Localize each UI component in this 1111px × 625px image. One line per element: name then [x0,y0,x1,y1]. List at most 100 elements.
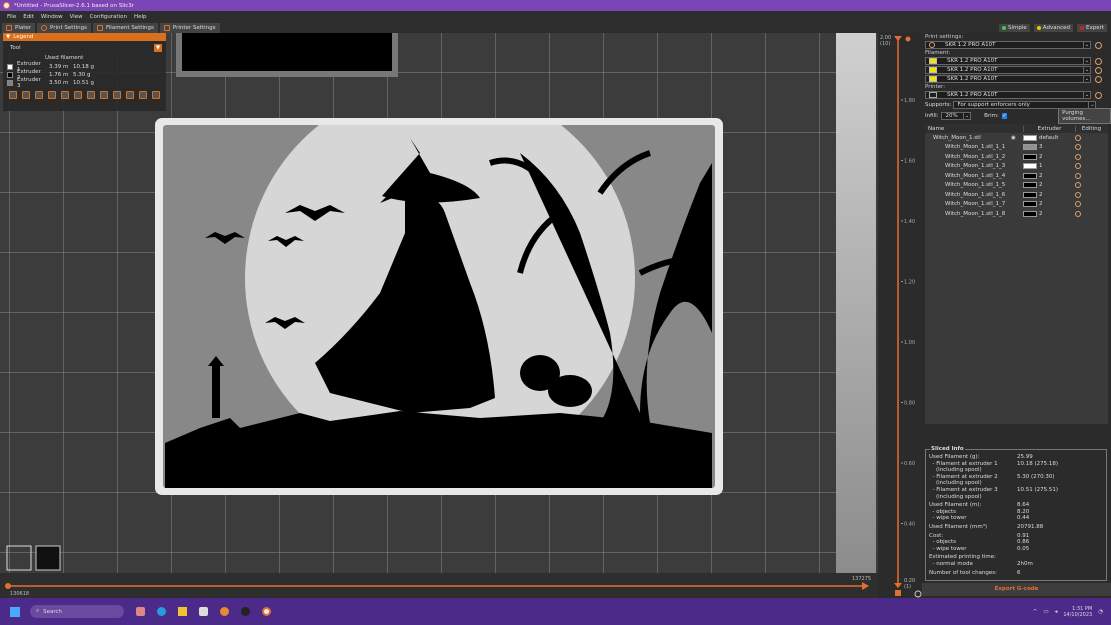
column-extruder[interactable]: Extruder [1023,125,1075,132]
brim-checkbox[interactable]: ✓ [1001,113,1008,119]
object-row[interactable]: Witch_Moon_1.stl_1_1 3 [925,143,1108,153]
mode-expert[interactable]: Expert [1076,23,1107,32]
extruder-value[interactable]: 3 [1039,144,1075,150]
center-of-gravity-icon[interactable] [126,91,134,99]
extruder-value[interactable]: 2 [1039,192,1075,198]
tab-print-settings[interactable]: Print Settings [37,22,91,33]
file-explorer-icon[interactable] [178,607,187,616]
filament-select[interactable]: SKR 1.2 PRO A10T ⌄ [925,57,1102,65]
object-row[interactable]: Witch_Moon_1.stl_1_3 1 [925,162,1108,172]
menu-help[interactable]: Help [134,14,147,20]
wipe-icon[interactable] [22,91,30,99]
extruder-color-swatch[interactable] [1023,134,1037,141]
extruder-value[interactable]: 1 [1039,163,1075,169]
edit-preset-icon[interactable] [1095,92,1102,99]
extruder-color-swatch[interactable] [1023,172,1037,179]
copilot-icon[interactable] [136,607,145,616]
seams-icon[interactable] [61,91,69,99]
settings-icon[interactable] [1075,144,1081,151]
edit-icon[interactable] [1075,134,1081,141]
object-row[interactable]: Witch_Moon_1.stl_1_5 2 [925,181,1108,191]
clock[interactable]: 1:31 PM 14/10/2023 [1063,606,1092,618]
notification-bell-icon[interactable]: ◔ [1098,609,1103,615]
extruder-color-swatch[interactable] [1023,163,1037,170]
object-row[interactable]: Witch_Moon_1.stl_1_4 2 [925,171,1108,181]
column-name[interactable]: Name [925,126,1013,132]
blender-icon[interactable] [220,607,229,616]
network-icon[interactable]: ▭ [1043,609,1048,615]
object-row[interactable]: Witch_Moon_1.stl_1_8 2 [925,209,1108,219]
tab-label: Printer Settings [172,24,216,31]
menu-window[interactable]: Window [41,14,63,20]
tool-marker-icon[interactable] [152,91,160,99]
extruder-color-swatch[interactable] [1023,191,1037,198]
edge-icon[interactable] [157,607,166,616]
settings-icon[interactable] [1075,210,1081,217]
extruder-color-swatch[interactable] [1023,210,1037,217]
purging-volumes-button[interactable]: Purging volumes... [1058,108,1111,124]
settings-icon[interactable] [1075,182,1081,189]
object-row[interactable]: Witch_Moon_1.stl_1_2 2 [925,152,1108,162]
edit-preset-icon[interactable] [1095,76,1102,83]
color-changes-icon[interactable] [87,91,95,99]
windows-start-icon[interactable] [10,606,20,617]
menu-file[interactable]: File [7,14,16,20]
export-gcode-button[interactable]: Export G-code [922,583,1111,596]
extruder-color-swatch[interactable] [1023,182,1037,189]
store-icon[interactable] [199,607,208,616]
object-row[interactable]: Witch_Moon_1.stl_1_6 2 [925,190,1108,200]
mode-advanced[interactable]: Advanced [1033,23,1073,32]
extruder-color-swatch[interactable] [1023,144,1037,151]
edit-preset-icon[interactable] [1095,67,1102,74]
extruder-value[interactable]: 2 [1039,201,1075,207]
settings-icon[interactable] [1075,163,1081,170]
legend-header[interactable]: ▼ Legend [3,33,166,41]
object-row[interactable]: Witch_Moon_1.stl ◉ default [925,133,1108,143]
settings-icon[interactable] [1075,172,1081,179]
mode-simple[interactable]: Simple [999,23,1030,32]
menu-view[interactable]: View [70,14,83,20]
filament-select[interactable]: SKR 1.2 PRO A10T ⌄ [925,75,1102,83]
vertical-layer-slider[interactable]: 2.00 (10) 1.80 1.60 1.40 1.20 1.00 0.80 0.60 0.… [878,33,922,598]
view-type-select[interactable]: Tool ▼ [7,44,162,52]
travel-icon[interactable] [9,91,17,99]
tab-plater[interactable]: Plater [2,22,36,33]
object-row[interactable]: Witch_Moon_1.stl_1_7 2 [925,200,1108,210]
retractions-icon[interactable] [35,91,43,99]
extruder-color-swatch[interactable] [1023,153,1037,160]
extruder-value[interactable]: 2 [1039,154,1075,160]
eye-icon[interactable]: ◉ [1011,135,1023,141]
edit-preset-icon[interactable] [1095,42,1102,49]
printer-select[interactable]: SKR 1.2 PRO A10T ⌄ [925,91,1102,99]
tab-filament-settings[interactable]: Filament Settings [93,22,158,33]
pause-icon[interactable] [100,91,108,99]
tab-printer-settings[interactable]: Printer Settings [159,22,220,33]
taskbar-search[interactable]: ⌕ Search [30,605,124,618]
extruder-value[interactable]: 2 [1039,182,1075,188]
supports-select[interactable]: For support enforcers only ⌄ [953,101,1097,109]
chevron-up-icon[interactable]: ^ [1033,609,1038,615]
inkscape-icon[interactable] [241,607,250,616]
volume-icon[interactable]: ◂ [1055,609,1058,615]
settings-icon[interactable] [1075,191,1081,198]
deretractions-icon[interactable] [48,91,56,99]
menu-configuration[interactable]: Configuration [90,14,127,20]
edit-preset-icon[interactable] [1095,58,1102,65]
infill-select[interactable]: 20% ⌄ [941,112,972,120]
column-editing[interactable]: Editing [1075,125,1107,132]
tool-changes-icon[interactable] [74,91,82,99]
custom-gcode-icon[interactable] [113,91,121,99]
print-settings-select[interactable]: SKR 1.2 PRO A10T ⌄ [925,41,1102,49]
prusaslicer-taskbar-icon[interactable] [262,607,271,616]
mode-label: Advanced [1042,24,1070,31]
extruder-color-swatch[interactable] [1023,201,1037,208]
shells-icon[interactable] [139,91,147,99]
settings-icon[interactable] [1075,201,1081,208]
filament-select[interactable]: SKR 1.2 PRO A10T ⌄ [925,66,1102,74]
3d-preview-canvas[interactable]: 130618 137275 [0,33,878,598]
extruder-value[interactable]: 2 [1039,173,1075,179]
settings-icon[interactable] [1075,153,1081,160]
extruder-value[interactable]: 2 [1039,211,1075,217]
menu-edit[interactable]: Edit [23,14,34,20]
extruder-value[interactable]: default [1039,135,1075,141]
